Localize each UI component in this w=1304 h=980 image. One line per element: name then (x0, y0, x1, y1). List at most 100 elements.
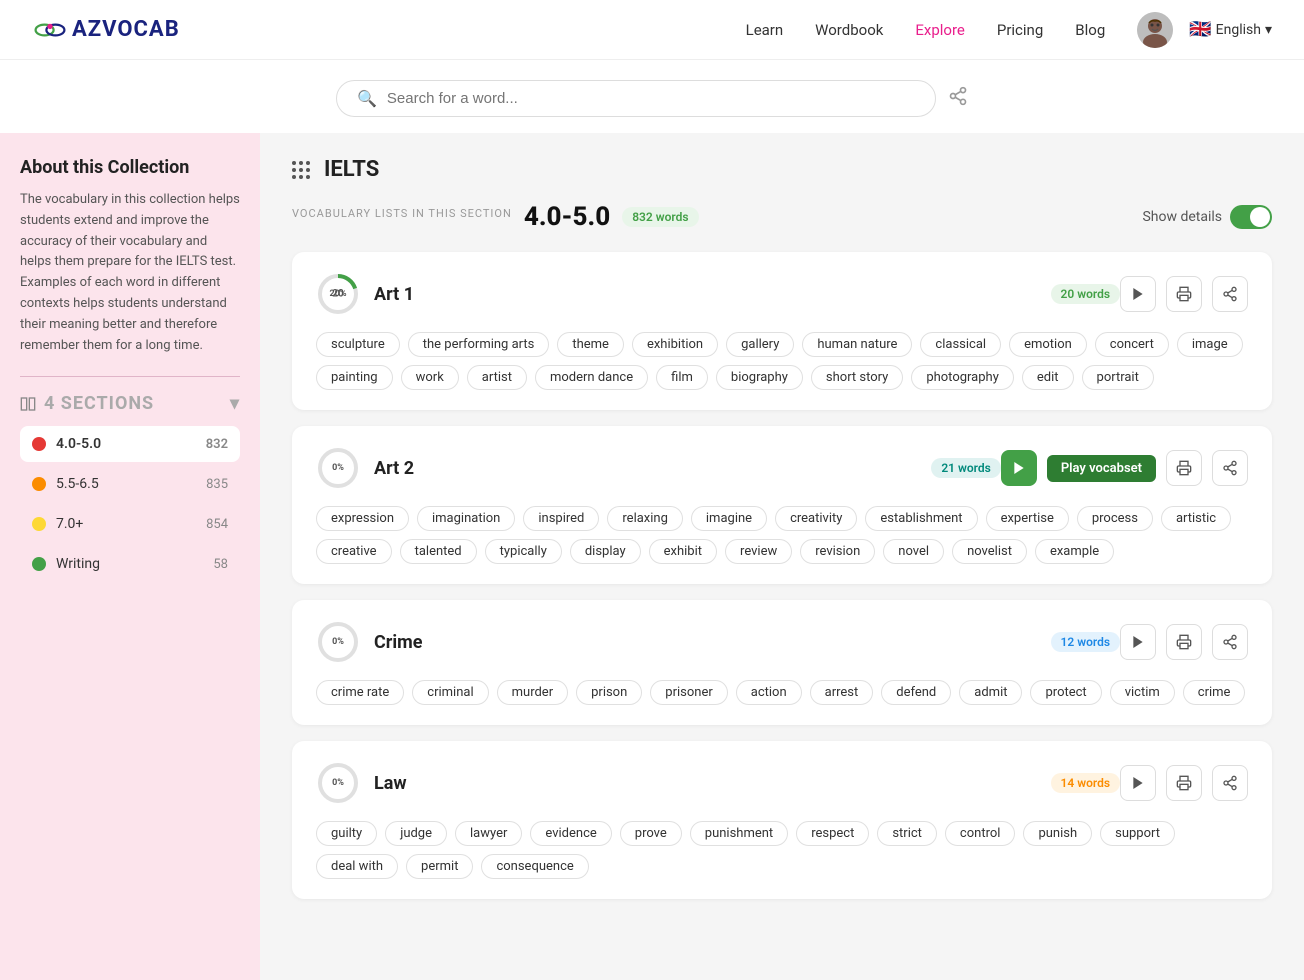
tag[interactable]: action (736, 680, 802, 705)
tag[interactable]: edit (1022, 365, 1074, 390)
tag[interactable]: novel (883, 539, 944, 564)
tag[interactable]: work (401, 365, 459, 390)
grid-icon[interactable] (292, 161, 310, 179)
tag[interactable]: respect (796, 821, 869, 846)
show-details-toggle[interactable] (1230, 205, 1272, 229)
tag[interactable]: protect (1030, 680, 1101, 705)
tag[interactable]: lawyer (455, 821, 522, 846)
nav-wordbook[interactable]: Wordbook (815, 21, 883, 39)
search-input[interactable] (387, 90, 915, 107)
tag[interactable]: permit (406, 854, 473, 879)
sidebar-item-5.5-6.5[interactable]: 5.5-6.5 835 (20, 466, 240, 502)
tag[interactable]: process (1077, 506, 1153, 531)
tag[interactable]: creative (316, 539, 392, 564)
tag[interactable]: support (1100, 821, 1175, 846)
tag[interactable]: painting (316, 365, 393, 390)
play-button[interactable] (1120, 624, 1156, 660)
tag[interactable]: imagine (691, 506, 767, 531)
tag[interactable]: establishment (865, 506, 977, 531)
tag[interactable]: image (1177, 332, 1243, 357)
tag[interactable]: novelist (952, 539, 1027, 564)
tag[interactable]: expertise (986, 506, 1069, 531)
tag[interactable]: criminal (412, 680, 488, 705)
sidebar-item-7.0+[interactable]: 7.0+ 854 (20, 506, 240, 542)
tag[interactable]: the performing arts (408, 332, 550, 357)
play-button[interactable] (1120, 765, 1156, 801)
tag[interactable]: inspired (523, 506, 599, 531)
tag[interactable]: expression (316, 506, 409, 531)
avatar[interactable] (1137, 12, 1173, 48)
logo[interactable]: AZVOCAB (32, 12, 180, 48)
tag[interactable]: prove (620, 821, 682, 846)
share-card-button[interactable] (1212, 624, 1248, 660)
tag[interactable]: punishment (690, 821, 788, 846)
print-button[interactable] (1166, 624, 1202, 660)
tag[interactable]: review (725, 539, 792, 564)
tag[interactable]: artistic (1161, 506, 1231, 531)
tag[interactable]: talented (400, 539, 477, 564)
tag[interactable]: guilty (316, 821, 377, 846)
play-button[interactable] (1001, 450, 1037, 486)
print-button[interactable] (1166, 450, 1202, 486)
tag[interactable]: evidence (530, 821, 611, 846)
card-title: Art 1 (374, 284, 1043, 305)
tag[interactable]: strict (877, 821, 937, 846)
sidebar-item-4.0-5.0[interactable]: 4.0-5.0 832 (20, 426, 240, 462)
tag[interactable]: relaxing (607, 506, 683, 531)
tag[interactable]: biography (716, 365, 803, 390)
tag[interactable]: prison (576, 680, 642, 705)
tag[interactable]: theme (557, 332, 624, 357)
tag[interactable]: victim (1110, 680, 1175, 705)
tag[interactable]: exhibition (632, 332, 718, 357)
tag[interactable]: film (656, 365, 708, 390)
nav-blog[interactable]: Blog (1075, 21, 1105, 39)
tag[interactable]: crime (1183, 680, 1246, 705)
share-button[interactable] (948, 86, 968, 111)
tag[interactable]: artist (467, 365, 527, 390)
tag[interactable]: deal with (316, 854, 398, 879)
lang-text: English (1216, 22, 1261, 38)
tag[interactable]: imagination (417, 506, 515, 531)
tag[interactable]: human nature (802, 332, 912, 357)
tag[interactable]: modern dance (535, 365, 648, 390)
tag[interactable]: consequence (481, 854, 588, 879)
tag[interactable]: sculpture (316, 332, 400, 357)
tag[interactable]: admit (959, 680, 1022, 705)
tag[interactable]: concert (1095, 332, 1169, 357)
share-card-button[interactable] (1212, 450, 1248, 486)
tag[interactable]: example (1035, 539, 1114, 564)
sidebar-item-writing[interactable]: Writing 58 (20, 546, 240, 582)
tag[interactable]: gallery (726, 332, 794, 357)
share-card-button[interactable] (1212, 765, 1248, 801)
tag[interactable]: crime rate (316, 680, 404, 705)
sidebar-title: About this Collection (20, 157, 240, 178)
print-button[interactable] (1166, 276, 1202, 312)
card-actions (1120, 276, 1248, 312)
tag[interactable]: emotion (1009, 332, 1087, 357)
tag[interactable]: creativity (775, 506, 857, 531)
tag[interactable]: punish (1023, 821, 1092, 846)
play-button[interactable] (1120, 276, 1156, 312)
tag[interactable]: murder (497, 680, 568, 705)
tag[interactable]: revision (800, 539, 875, 564)
tag[interactable]: display (570, 539, 641, 564)
tag[interactable]: portrait (1082, 365, 1154, 390)
page-body: About this Collection The vocabulary in … (0, 133, 1304, 980)
tag[interactable]: classical (920, 332, 1001, 357)
tag[interactable]: judge (385, 821, 447, 846)
language-selector[interactable]: 🇬🇧 English ▾ (1189, 19, 1272, 40)
tag[interactable]: exhibit (649, 539, 717, 564)
tag[interactable]: prisoner (650, 680, 727, 705)
tag[interactable]: defend (881, 680, 951, 705)
tag[interactable]: control (945, 821, 1016, 846)
tag[interactable]: arrest (810, 680, 874, 705)
sections-header[interactable]: 4 SECTIONS ▾ (20, 393, 240, 414)
tag[interactable]: typically (485, 539, 562, 564)
tag[interactable]: short story (811, 365, 903, 390)
nav-learn[interactable]: Learn (746, 21, 784, 39)
tag[interactable]: photography (911, 365, 1014, 390)
share-card-button[interactable] (1212, 276, 1248, 312)
nav-pricing[interactable]: Pricing (997, 21, 1043, 39)
print-button[interactable] (1166, 765, 1202, 801)
nav-explore[interactable]: Explore (915, 21, 965, 39)
